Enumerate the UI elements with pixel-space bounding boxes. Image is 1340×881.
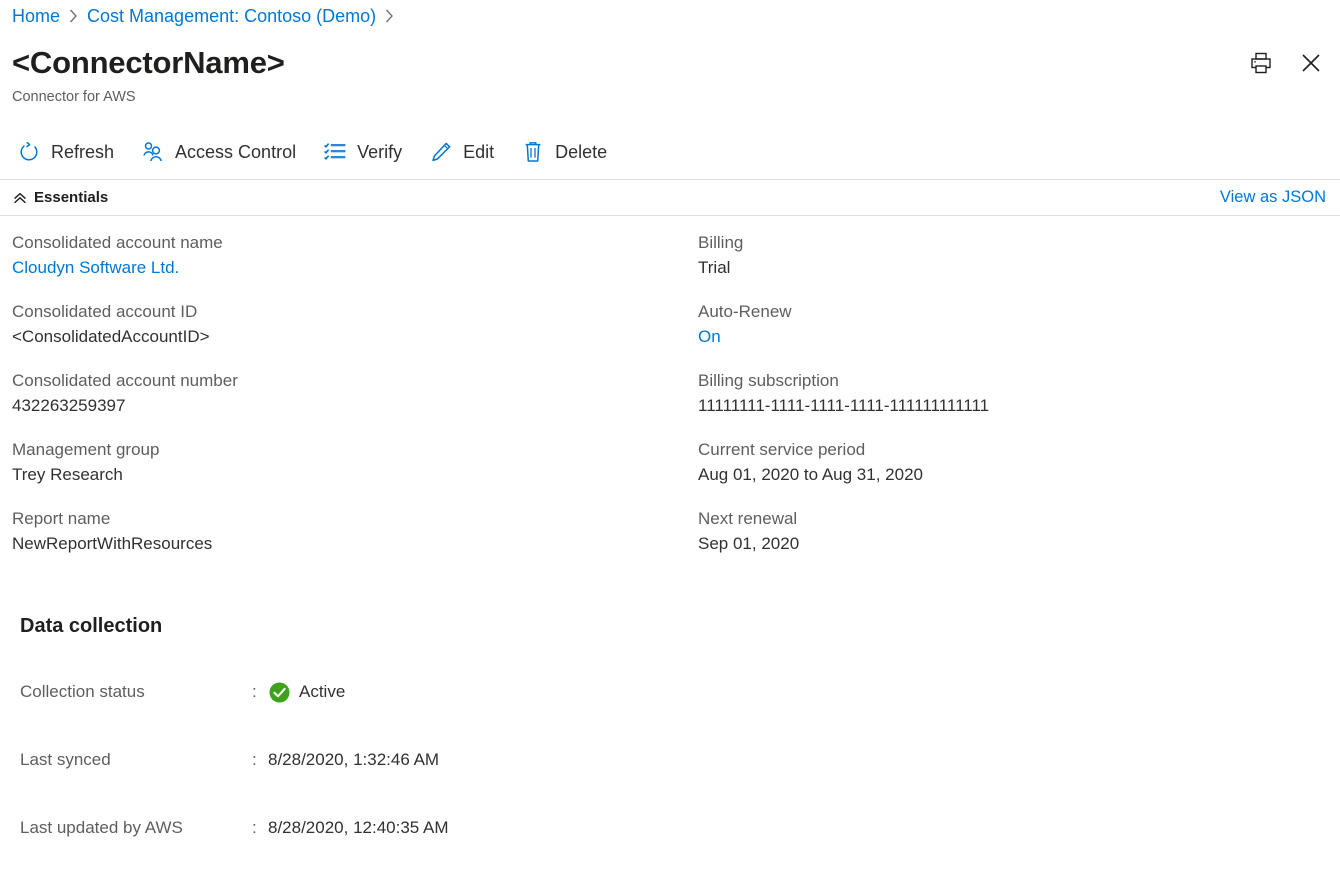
- property-auto-renew: Auto-Renew On: [698, 299, 1318, 349]
- refresh-icon: [16, 139, 42, 165]
- property-value[interactable]: Cloudyn Software Ltd.: [12, 255, 698, 280]
- property-key: Billing: [698, 233, 744, 252]
- property-report-name: Report name NewReportWithResources: [12, 506, 698, 556]
- property-key: Next renewal: [698, 509, 798, 528]
- property-key: Billing subscription: [698, 371, 839, 390]
- view-as-json-link[interactable]: View as JSON: [1220, 186, 1326, 208]
- property-value: Sep 01, 2020: [698, 534, 800, 553]
- property-value: <ConsolidatedAccountID>: [12, 327, 210, 346]
- property-value[interactable]: On: [698, 324, 1318, 349]
- property-value: 11111111-1111-1111-1111-111111111111: [698, 396, 990, 415]
- essentials-toggle[interactable]: Essentials: [12, 186, 108, 210]
- property-consolidated-account-id: Consolidated account ID <ConsolidatedAcc…: [12, 299, 698, 349]
- property-value: Trey Research: [12, 465, 123, 484]
- property-management-group: Management group Trey Research: [12, 437, 698, 487]
- row-value: 8/28/2020, 1:32:46 AM: [268, 750, 440, 769]
- breadcrumb-item-cost-management[interactable]: Cost Management: Contoso (Demo): [87, 3, 376, 29]
- refresh-label: Refresh: [51, 142, 115, 162]
- property-billing-subscription: Billing subscription 11111111-1111-1111-…: [698, 368, 1318, 418]
- data-collection-heading: Data collection: [20, 615, 163, 637]
- access-control-label: Access Control: [175, 142, 297, 162]
- double-chevron-up-icon: [12, 191, 27, 206]
- property-key: Current service period: [698, 440, 866, 459]
- essentials-column-right: Billing Trial Auto-Renew On Billing subs…: [698, 230, 1318, 556]
- data-collection-row-last-synced: Last synced : 8/28/2020, 1:32:46 AM: [20, 746, 720, 774]
- row-label: Collection status: [20, 682, 145, 701]
- essentials-properties: Consolidated account name Cloudyn Softwa…: [12, 230, 1328, 556]
- edit-pencil-icon: [428, 139, 454, 165]
- property-next-renewal: Next renewal Sep 01, 2020: [698, 506, 1318, 556]
- command-bar: Refresh Access Control Verify Edit Delet…: [14, 133, 631, 171]
- verify-checklist-icon: [322, 139, 348, 165]
- print-icon[interactable]: [1246, 48, 1276, 78]
- row-separator: :: [252, 682, 257, 701]
- delete-button[interactable]: Delete: [518, 134, 617, 170]
- verify-button[interactable]: Verify: [320, 134, 412, 170]
- chevron-right-icon-trailing: [385, 9, 394, 23]
- row-value: Active: [299, 682, 346, 701]
- data-collection-table: Collection status : Active Last synced :…: [20, 678, 720, 842]
- property-billing: Billing Trial: [698, 230, 1318, 280]
- row-separator: :: [252, 818, 257, 837]
- page-subtitle: Connector for AWS: [12, 89, 136, 105]
- blade-header: <ConnectorName> Connector for AWS: [12, 42, 1192, 107]
- essentials-divider-top: [0, 179, 1340, 180]
- delete-trash-icon: [520, 139, 546, 165]
- breadcrumb-item-home[interactable]: Home: [12, 3, 60, 29]
- edit-button[interactable]: Edit: [426, 134, 504, 170]
- page-title: <ConnectorName>: [12, 45, 285, 80]
- breadcrumb: Home Cost Management: Contoso (Demo): [12, 3, 403, 29]
- essentials-column-left: Consolidated account name Cloudyn Softwa…: [12, 230, 698, 556]
- essentials-label: Essentials: [34, 189, 109, 206]
- refresh-button[interactable]: Refresh: [14, 134, 124, 170]
- row-value-container: Active: [268, 680, 345, 704]
- close-icon[interactable]: [1296, 48, 1326, 78]
- property-key: Report name: [12, 509, 111, 528]
- property-key: Consolidated account name: [12, 233, 223, 252]
- success-check-circle-icon: [268, 681, 290, 703]
- delete-label: Delete: [555, 142, 608, 162]
- row-value-container: 8/28/2020, 12:40:35 AM: [268, 816, 449, 840]
- property-key: Management group: [12, 440, 160, 459]
- chevron-right-icon: [69, 9, 78, 23]
- property-value: 432263259397: [12, 396, 126, 415]
- property-current-service-period: Current service period Aug 01, 2020 to A…: [698, 437, 1318, 487]
- verify-label: Verify: [357, 142, 403, 162]
- edit-label: Edit: [463, 142, 495, 162]
- row-value-container: 8/28/2020, 1:32:46 AM: [268, 748, 439, 772]
- row-value: 8/28/2020, 12:40:35 AM: [268, 818, 449, 837]
- property-key: Consolidated account ID: [12, 302, 198, 321]
- property-value: Aug 01, 2020 to Aug 31, 2020: [698, 465, 923, 484]
- row-label: Last updated by AWS: [20, 818, 183, 837]
- access-control-icon: [140, 139, 166, 165]
- row-label: Last synced: [20, 750, 111, 769]
- property-consolidated-account-name: Consolidated account name Cloudyn Softwa…: [12, 230, 698, 280]
- blade-header-actions: [1246, 48, 1326, 78]
- property-value: NewReportWithResources: [12, 534, 213, 553]
- connector-details-blade: Home Cost Management: Contoso (Demo) <Co…: [0, 0, 1340, 881]
- access-control-button[interactable]: Access Control: [138, 134, 306, 170]
- property-consolidated-account-number: Consolidated account number 432263259397: [12, 368, 698, 418]
- essentials-divider-bottom: [0, 215, 1340, 216]
- data-collection-row-last-updated-by-aws: Last updated by AWS : 8/28/2020, 12:40:3…: [20, 814, 720, 842]
- property-value: Trial: [698, 258, 731, 277]
- row-separator: :: [252, 750, 257, 769]
- property-key: Consolidated account number: [12, 371, 238, 390]
- property-key: Auto-Renew: [698, 302, 792, 321]
- data-collection-row-collection-status: Collection status : Active: [20, 678, 720, 706]
